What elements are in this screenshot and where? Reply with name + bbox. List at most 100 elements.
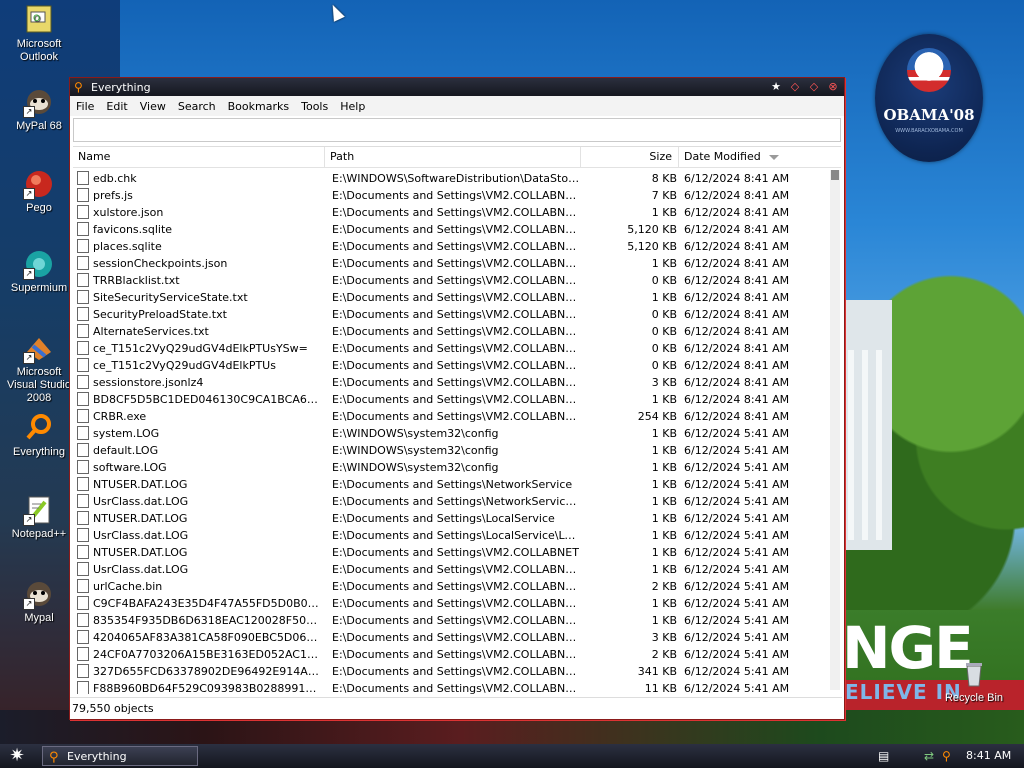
menu-file[interactable]: File: [70, 100, 100, 113]
table-row[interactable]: F88B960BD64F529C093983B0288991FCB73E... E…: [73, 680, 828, 694]
file-size: 1 KB: [651, 393, 677, 406]
table-row[interactable]: system.LOG E:\WINDOWS\system32\config 1 KB…: [73, 425, 828, 442]
file-size: 11 KB: [644, 682, 677, 694]
desktop-icon-pego[interactable]: ↗ Pego: [2, 168, 76, 215]
everything-icon: [23, 412, 55, 444]
file-date-modified: 6/12/2024 5:41 AM: [684, 563, 790, 576]
table-row[interactable]: SecurityPreloadState.txt E:\Documents and…: [73, 306, 828, 323]
file-size: 8 KB: [651, 172, 677, 185]
table-row[interactable]: NTUSER.DAT.LOG E:\Documents and Settings\…: [73, 510, 828, 527]
table-row[interactable]: 24CF0A7703206A15BE3163ED052AC12DF31... E:…: [73, 646, 828, 663]
desktop-icon-mypal68[interactable]: ↗ MyPal 68: [2, 86, 76, 133]
column-name-label: Name: [78, 150, 111, 163]
file-date-modified: 6/12/2024 8:41 AM: [684, 291, 790, 304]
file-icon: [77, 664, 89, 678]
file-path: E:\Documents and Settings\VM2.COLLABNET\…: [332, 614, 582, 627]
file-icon: [77, 528, 89, 542]
search-box: [73, 118, 841, 142]
file-date-modified: 6/12/2024 8:41 AM: [684, 257, 790, 270]
file-date-modified: 6/12/2024 8:41 AM: [684, 342, 790, 355]
table-row[interactable]: NTUSER.DAT.LOG E:\Documents and Settings\…: [73, 476, 828, 493]
menu-tools[interactable]: Tools: [295, 100, 334, 113]
table-row[interactable]: edb.chk E:\WINDOWS\SoftwareDistribution\D…: [73, 170, 828, 187]
taskbar-button-everything[interactable]: ⚲ Everything: [42, 746, 198, 766]
network-icon[interactable]: ⇄: [924, 749, 934, 763]
menu-search[interactable]: Search: [172, 100, 222, 113]
table-row[interactable]: UsrClass.dat.LOG E:\Documents and Setting…: [73, 527, 828, 544]
table-row[interactable]: CRBR.exe E:\Documents and Settings\VM2.CO…: [73, 408, 828, 425]
table-row[interactable]: 4204065AF83A381CA58F090EBC5D06F77AA... E:…: [73, 629, 828, 646]
file-date-modified: 6/12/2024 8:41 AM: [684, 172, 790, 185]
table-row[interactable]: prefs.js E:\Documents and Settings\VM2.CO…: [73, 187, 828, 204]
column-name[interactable]: Name: [73, 147, 325, 167]
column-path[interactable]: Path: [325, 147, 581, 167]
file-date-modified: 6/12/2024 5:41 AM: [684, 461, 790, 474]
desktop-icon-recycle-bin[interactable]: Recycle Bin: [937, 658, 1011, 705]
file-name: NTUSER.DAT.LOG: [93, 512, 188, 525]
file-date-modified: 6/12/2024 8:41 AM: [684, 325, 790, 338]
desktop-icon-mypal[interactable]: ↗ Mypal: [2, 578, 76, 625]
table-row[interactable]: default.LOG E:\WINDOWS\system32\config 1 K…: [73, 442, 828, 459]
file-path: E:\Documents and Settings\VM2.COLLABNET\…: [332, 206, 582, 219]
file-size: 1 KB: [651, 529, 677, 542]
shortcut-arrow-icon: ↗: [23, 106, 35, 118]
table-row[interactable]: software.LOG E:\WINDOWS\system32\config 1 …: [73, 459, 828, 476]
file-icon: [77, 290, 89, 304]
desktop-icon-everything[interactable]: Everything: [2, 412, 76, 459]
file-icon: [77, 460, 89, 474]
table-row[interactable]: xulstore.json E:\Documents and Settings\V…: [73, 204, 828, 221]
close-button[interactable]: ⊗: [825, 80, 841, 94]
table-row[interactable]: favicons.sqlite E:\Documents and Settings…: [73, 221, 828, 238]
table-row[interactable]: 835354F935DB6D6318EAC120028F50B5AB2... E:…: [73, 612, 828, 629]
file-name: sessionCheckpoints.json: [93, 257, 228, 270]
table-row[interactable]: ce_T151c2VyQ29udGV4dElkPTUsYSw= E:\Docume…: [73, 340, 828, 357]
desktop-icon-outlook[interactable]: O Microsoft Outlook: [2, 4, 76, 64]
everything-tray-icon[interactable]: ⚲: [942, 749, 951, 763]
menu-help[interactable]: Help: [334, 100, 371, 113]
table-row[interactable]: NTUSER.DAT.LOG E:\Documents and Settings\…: [73, 544, 828, 561]
table-row[interactable]: 327D655FCD63378902DE96492E914AE39D4... E:…: [73, 663, 828, 680]
table-row[interactable]: sessionstore.jsonlz4 E:\Documents and Set…: [73, 374, 828, 391]
file-path: E:\Documents and Settings\NetworkService: [332, 478, 573, 491]
pin-icon[interactable]: ★: [768, 80, 784, 94]
table-row[interactable]: AlternateServices.txt E:\Documents and Se…: [73, 323, 828, 340]
keyboard-icon[interactable]: ▤: [878, 749, 889, 763]
file-name: software.LOG: [93, 461, 167, 474]
scrollbar-thumb[interactable]: [831, 170, 839, 180]
vertical-scrollbar[interactable]: [830, 170, 840, 690]
file-icon: [77, 494, 89, 508]
file-size: 1 KB: [651, 444, 677, 457]
table-row[interactable]: sessionCheckpoints.json E:\Documents and …: [73, 255, 828, 272]
file-name: C9CF4BAFA243E35D4F47A55FD5D0B0BE28...: [93, 597, 321, 610]
desktop-icon-supermium[interactable]: ↗ Supermium: [2, 248, 76, 295]
file-path: E:\Documents and Settings\VM2.COLLABNET\…: [332, 631, 582, 644]
desktop-icon-visual-studio[interactable]: ↗ Microsoft Visual Studio 2008: [2, 332, 76, 405]
table-row[interactable]: BD8CF5D5BC1DED046130C9CA1BCA68C154... E:\…: [73, 391, 828, 408]
menu-edit[interactable]: Edit: [100, 100, 133, 113]
table-row[interactable]: TRRBlacklist.txt E:\Documents and Setting…: [73, 272, 828, 289]
table-row[interactable]: UsrClass.dat.LOG E:\Documents and Setting…: [73, 561, 828, 578]
table-row[interactable]: UsrClass.dat.LOG E:\Documents and Setting…: [73, 493, 828, 510]
table-row[interactable]: SiteSecurityServiceState.txt E:\Documents…: [73, 289, 828, 306]
column-size[interactable]: Size: [581, 147, 679, 167]
file-date-modified: 6/12/2024 5:41 AM: [684, 614, 790, 627]
file-icon: [77, 545, 89, 559]
table-row[interactable]: urlCache.bin E:\Documents and Settings\VM…: [73, 578, 828, 595]
minimize-button[interactable]: ◇: [787, 80, 803, 94]
clock[interactable]: 8:41 AM: [966, 746, 1011, 766]
file-date-modified: 6/12/2024 5:41 AM: [684, 682, 790, 694]
table-row[interactable]: places.sqlite E:\Documents and Settings\V…: [73, 238, 828, 255]
maximize-button[interactable]: ◇: [806, 80, 822, 94]
table-row[interactable]: ce_T151c2VyQ29udGV4dElkPTUs E:\Documents …: [73, 357, 828, 374]
table-row[interactable]: C9CF4BAFA243E35D4F47A55FD5D0B0BE28... E:\…: [73, 595, 828, 612]
menu-bookmarks[interactable]: Bookmarks: [222, 100, 295, 113]
desktop-icon-notepadpp[interactable]: ↗ Notepad++: [2, 494, 76, 541]
file-size: 5,120 KB: [627, 240, 677, 253]
column-date-modified[interactable]: Date Modified: [679, 147, 829, 167]
window-titlebar[interactable]: ⚲ Everything ★ ◇ ◇ ⊗: [70, 78, 844, 96]
obama-badge: OBAMA'08 WWW.BARACKOBAMA.COM: [875, 34, 983, 162]
file-icon: [77, 426, 89, 440]
menu-view[interactable]: View: [134, 100, 172, 113]
search-input[interactable]: [74, 119, 840, 139]
start-button[interactable]: ✷: [6, 745, 28, 767]
